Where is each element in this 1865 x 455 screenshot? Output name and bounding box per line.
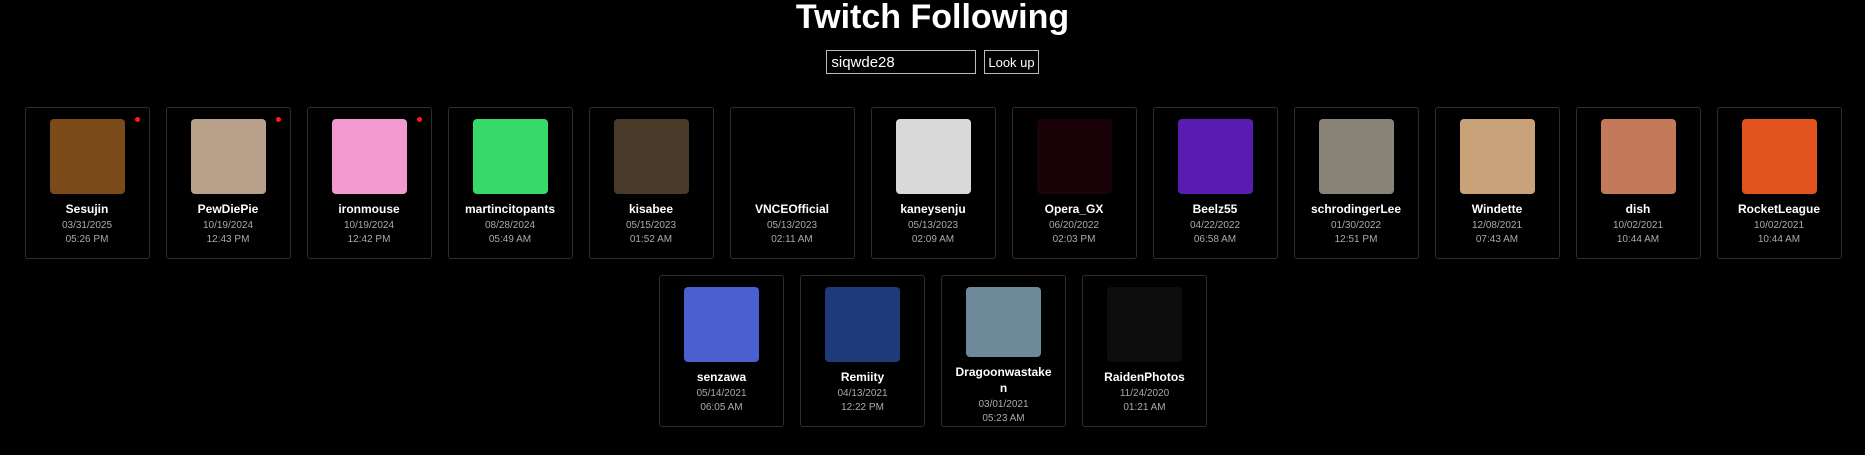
follow-time: 02:09 AM (911, 234, 955, 245)
follow-time: 10:44 AM (1757, 234, 1801, 245)
channel-name: martincitopants (464, 202, 555, 216)
channel-card[interactable]: RaidenPhotos 11/24/2020 01:21 AM (1082, 275, 1207, 427)
follow-time: 07:43 AM (1475, 234, 1519, 245)
channel-name: schrodingerLee (1310, 202, 1402, 216)
cartoon-avatar (1459, 119, 1535, 194)
anime-avatar (684, 287, 759, 362)
trollface-avatar (1107, 287, 1182, 362)
channel-card[interactable]: RocketLeague 10/02/2021 10:44 AM (1716, 107, 1842, 259)
follow-date: 05/13/2023 (907, 220, 959, 231)
channel-name: VNCEOfficial (754, 202, 829, 216)
follow-date: 03/31/2025 (61, 220, 113, 231)
channel-card[interactable]: dish 10/02/2021 10:44 AM (1575, 107, 1701, 259)
live-indicator-icon (275, 117, 281, 122)
channel-card[interactable]: Dragoonwastaken 03/01/2021 05:23 AM (941, 275, 1066, 427)
follow-time: 06:58 AM (1193, 234, 1237, 245)
anime-avatar (1318, 119, 1394, 194)
channel-name: Remiity (840, 370, 885, 384)
follow-date: 05/13/2023 (766, 220, 818, 231)
anime-avatar (331, 119, 407, 194)
channel-card[interactable]: ironmouse 10/19/2024 12:42 PM (306, 107, 432, 259)
channel-name: kisabee (628, 202, 674, 216)
follow-time: 12:51 PM (1334, 234, 1378, 245)
person-avatar (190, 119, 266, 194)
follow-time: 05:23 AM (982, 413, 1025, 424)
channel-name: Opera_GX (1044, 202, 1104, 216)
follow-date: 10/02/2021 (1612, 220, 1664, 231)
channel-name: dish (1625, 202, 1651, 216)
follow-date: 10/19/2024 (343, 220, 395, 231)
channel-card[interactable]: Remiity 04/13/2021 12:22 PM (800, 275, 925, 427)
follow-date: 10/19/2024 (202, 220, 254, 231)
page-title: Twitch Following (795, 0, 1070, 36)
live-indicator-icon (416, 117, 422, 122)
rocketleague-avatar (1741, 119, 1817, 194)
channel-name: RocketLeague (1737, 202, 1821, 216)
person-avatar (1600, 119, 1676, 194)
follow-date: 11/24/2020 (1119, 388, 1170, 399)
follow-time: 12:43 PM (206, 234, 250, 245)
channel-card[interactable]: schrodingerLee 01/30/2022 12:51 PM (1293, 107, 1419, 259)
follow-time: 02:03 PM (1052, 234, 1096, 245)
follow-time: 01:21 AM (1123, 402, 1166, 413)
channel-name: senzawa (696, 370, 747, 384)
follow-date: 10/02/2021 (1753, 220, 1805, 231)
channel-card[interactable]: kaneysenju 05/13/2023 02:09 AM (870, 107, 996, 259)
frog-avatar (472, 119, 548, 194)
channel-card[interactable]: Sesujin 03/31/2025 05:26 PM (24, 107, 150, 259)
follow-date: 05/14/2021 (696, 388, 747, 399)
channel-name: Beelz55 (1192, 202, 1238, 216)
channel-name: ironmouse (338, 202, 400, 216)
follow-date: 06/20/2022 (1048, 220, 1100, 231)
channel-card[interactable]: Opera_GX 06/20/2022 02:03 PM (1011, 107, 1137, 259)
follow-date: 08/28/2024 (484, 220, 536, 231)
follow-time: 02:11 AM (771, 234, 813, 245)
follow-time: 05:49 AM (488, 234, 532, 245)
channel-name: Dragoonwastaken (955, 365, 1052, 395)
anime-avatar (966, 287, 1041, 357)
channel-card[interactable]: Windette 12/08/2021 07:43 AM (1434, 107, 1560, 259)
channel-name: Sesujin (65, 202, 109, 216)
follow-time: 06:05 AM (700, 402, 743, 413)
barrel-avatar (49, 119, 125, 194)
channel-card[interactable]: martincitopants 08/28/2024 05:49 AM (447, 107, 573, 259)
follow-time: 01:52 AM (629, 234, 673, 245)
channel-card[interactable]: Beelz55 04/22/2022 06:58 AM (1152, 107, 1278, 259)
follow-date: 04/22/2022 (1189, 220, 1241, 231)
follow-date: 05/15/2023 (625, 220, 677, 231)
channel-card[interactable]: senzawa 05/14/2021 06:05 AM (659, 275, 784, 427)
channel-card[interactable]: VNCEOfficial 05/13/2023 02:11 AM (729, 107, 855, 259)
channel-card[interactable]: kisabee 05/15/2023 01:52 AM (588, 107, 714, 259)
look-up-button[interactable]: Look up (984, 50, 1039, 74)
anime-avatar (895, 119, 971, 194)
channel-name: PewDiePie (197, 202, 259, 216)
channel-name: kaneysenju (900, 202, 966, 216)
follow-date: 12/08/2021 (1471, 220, 1523, 231)
logo-avatar (754, 119, 830, 194)
lookup-form: Look up (0, 50, 1865, 74)
channel-grid: Sesujin 03/31/2025 05:26 PM PewDiePie 10/19/… (14, 107, 1852, 427)
opera-avatar (1036, 119, 1112, 194)
follow-time: 12:22 PM (841, 402, 884, 413)
follow-date: 03/01/2021 (978, 399, 1029, 410)
follow-time: 12:42 PM (347, 234, 391, 245)
channel-name: RaidenPhotos (1104, 370, 1185, 384)
follow-date: 04/13/2021 (837, 388, 888, 399)
follow-date: 01/30/2022 (1330, 220, 1382, 231)
follow-time: 10:44 AM (1616, 234, 1660, 245)
anime-avatar (613, 119, 689, 194)
follow-time: 05:26 PM (65, 234, 109, 245)
live-indicator-icon (134, 117, 140, 122)
channel-name: Windette (1471, 202, 1523, 216)
letter-b-avatar (1177, 119, 1253, 194)
channel-card[interactable]: PewDiePie 10/19/2024 12:43 PM (165, 107, 291, 259)
crown-avatar (825, 287, 900, 362)
username-input[interactable] (826, 50, 977, 74)
